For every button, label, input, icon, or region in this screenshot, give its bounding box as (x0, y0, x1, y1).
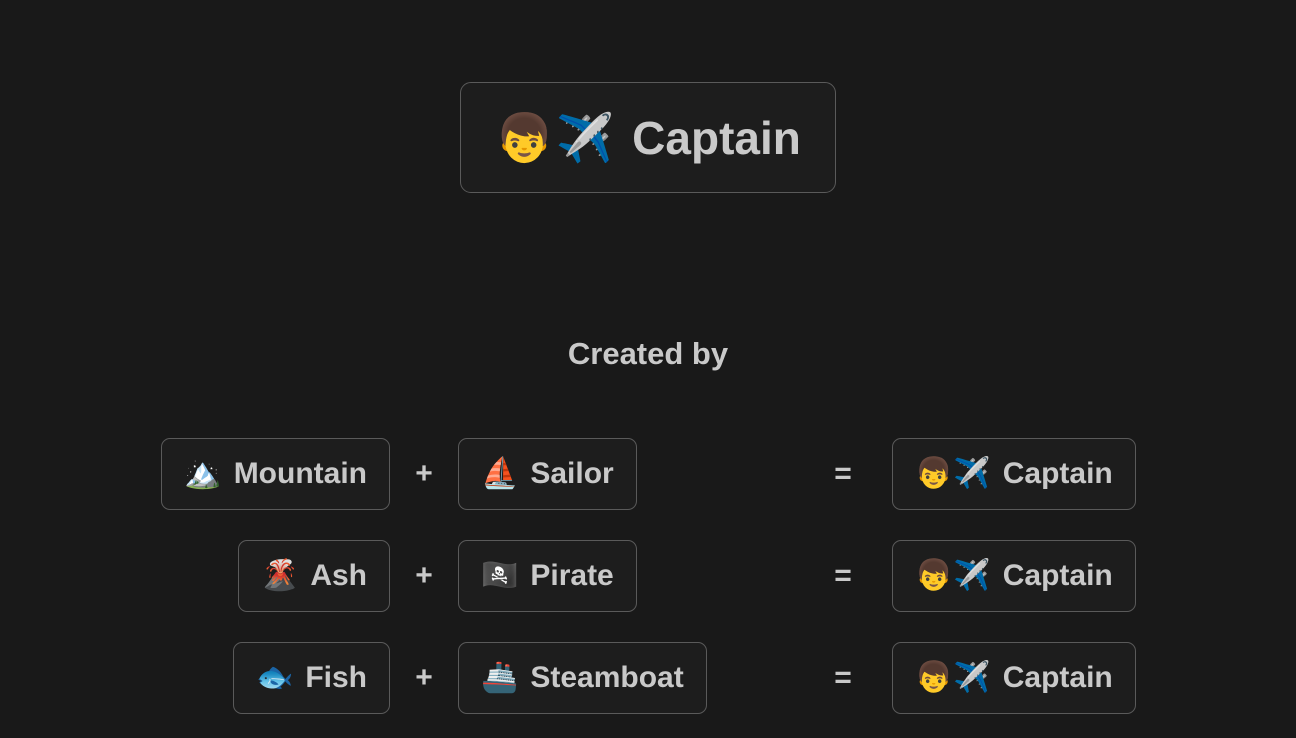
equals-operator-cell: = (794, 561, 892, 591)
recipe-input-a-cell: 🐟 Fish (0, 642, 390, 714)
element-card-ash[interactable]: 🌋 Ash (237, 540, 390, 612)
element-label: Sailor (530, 457, 614, 490)
captain-icon: 👦✈️ (915, 457, 992, 490)
recipe-row: 🐟 Fish + 🚢 Steamboat = 👦✈️ Captain (0, 642, 1296, 714)
element-label: Captain (1002, 559, 1113, 592)
equals-operator-cell: = (794, 459, 892, 489)
created-by-heading: Created by (567, 336, 729, 371)
plus-icon: + (415, 661, 433, 694)
equals-icon: = (834, 457, 852, 490)
recipe-result-cell: 👦✈️ Captain (892, 642, 1296, 714)
recipe-input-b-cell: 🚢 Steamboat (458, 642, 794, 714)
equals-icon: = (834, 559, 852, 592)
element-label: Fish (305, 661, 367, 694)
equals-operator-cell: = (794, 663, 892, 693)
recipe-row: 🌋 Ash + 🏴‍☠️ Pirate = 👦✈️ Captain (0, 540, 1296, 612)
element-card-fish[interactable]: 🐟 Fish (232, 642, 390, 714)
element-label: Captain (1002, 457, 1113, 490)
title-card-container: 👦✈️ Captain (0, 82, 1296, 193)
element-card-captain[interactable]: 👦✈️ Captain (892, 540, 1136, 612)
element-card-steamboat[interactable]: 🚢 Steamboat (458, 642, 707, 714)
element-label: Captain (1002, 661, 1113, 694)
plus-icon: + (415, 457, 433, 490)
recipe-row: 🏔️ Mountain + ⛵ Sailor = 👦✈️ Captain (0, 438, 1296, 510)
element-label: Pirate (530, 559, 614, 592)
recipe-input-b-cell: ⛵ Sailor (458, 438, 794, 510)
captain-emoji: 👦✈️ (495, 111, 617, 164)
element-label: Mountain (233, 457, 367, 490)
element-card-captain[interactable]: 👦✈️ Captain (892, 438, 1136, 510)
element-card-sailor[interactable]: ⛵ Sailor (458, 438, 637, 510)
volcano-icon: 🌋 (260, 559, 300, 592)
plus-operator-cell: + (390, 663, 458, 693)
ship-icon: 🚢 (481, 661, 520, 694)
recipe-list: 🏔️ Mountain + ⛵ Sailor = 👦✈️ Captain 🌋 A… (0, 438, 1296, 714)
captain-icon: 👦✈️ (915, 559, 992, 592)
plus-operator-cell: + (390, 459, 458, 489)
mountain-icon: 🏔️ (184, 457, 223, 490)
element-card-pirate[interactable]: 🏴‍☠️ Pirate (458, 540, 637, 612)
recipe-result-cell: 👦✈️ Captain (892, 438, 1296, 510)
element-label: Ash (310, 559, 367, 592)
recipe-input-a-cell: 🌋 Ash (0, 540, 390, 612)
captain-icon: 👦✈️ (915, 661, 992, 694)
plus-icon: + (415, 559, 433, 592)
page-title: Captain (632, 111, 801, 164)
sailboat-icon: ⛵ (481, 457, 520, 490)
pirate-flag-icon: 🏴‍☠️ (481, 559, 520, 592)
equals-icon: = (834, 661, 852, 694)
element-label: Steamboat (530, 661, 684, 694)
recipe-input-b-cell: 🏴‍☠️ Pirate (458, 540, 794, 612)
plus-operator-cell: + (390, 561, 458, 591)
element-card-mountain[interactable]: 🏔️ Mountain (161, 438, 390, 510)
recipe-result-cell: 👦✈️ Captain (892, 540, 1296, 612)
recipe-input-a-cell: 🏔️ Mountain (0, 438, 390, 510)
fish-icon: 🐟 (255, 661, 295, 694)
element-card-captain[interactable]: 👦✈️ Captain (892, 642, 1136, 714)
crafting-result-page: 👦✈️ Captain Created by 🏔️ Mountain + ⛵ S… (0, 0, 1296, 738)
result-element-card[interactable]: 👦✈️ Captain (460, 82, 836, 193)
